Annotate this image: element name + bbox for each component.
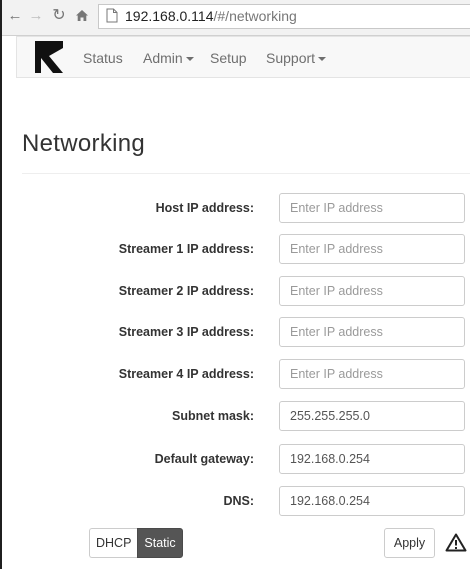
nav-setup-label: Setup xyxy=(210,50,247,66)
nav-setup[interactable]: Setup xyxy=(210,37,247,79)
home-icon[interactable] xyxy=(72,5,92,27)
nav-support-label: Support xyxy=(266,50,316,66)
streamer-1-ip-label: Streamer 1 IP address: xyxy=(118,242,254,256)
streamer-2-ip-label: Streamer 2 IP address: xyxy=(118,284,254,298)
subnet-mask-row: Subnet mask: xyxy=(2,401,470,431)
nav-status[interactable]: Status xyxy=(83,37,123,79)
streamer-1-ip-row: Streamer 1 IP address: xyxy=(2,234,470,264)
caret-down-icon xyxy=(185,57,194,62)
nav-status-label: Status xyxy=(83,50,123,66)
default-gateway-row: Default gateway: xyxy=(2,444,470,474)
nav-support-dropdown[interactable]: Support xyxy=(266,37,327,79)
dns-label: DNS: xyxy=(223,494,254,508)
caret-down-icon xyxy=(318,57,327,62)
reload-icon[interactable]: ↻ xyxy=(50,5,68,27)
streamer-4-ip-input[interactable] xyxy=(279,359,465,389)
url-text: 192.168.0.114/#/networking xyxy=(125,5,297,28)
back-arrow-icon[interactable]: ← xyxy=(6,5,24,27)
address-bar[interactable]: 192.168.0.114/#/networking xyxy=(98,4,470,29)
nav-admin-label: Admin xyxy=(143,50,183,66)
streamer-2-ip-input[interactable] xyxy=(279,276,465,306)
dns-row: DNS: xyxy=(2,486,470,516)
dhcp-toggle-button[interactable]: DHCP xyxy=(89,528,138,558)
forward-arrow-icon[interactable]: → xyxy=(27,5,45,27)
host-ip-row: Host IP address: xyxy=(2,193,470,223)
streamer-2-ip-row: Streamer 2 IP address: xyxy=(2,276,470,306)
nav-admin-dropdown[interactable]: Admin xyxy=(143,37,194,79)
ip-mode-toggle: DHCP Static xyxy=(89,528,183,558)
brand-logo[interactable] xyxy=(35,41,63,78)
streamer-3-ip-label: Streamer 3 IP address: xyxy=(118,325,254,339)
host-ip-input[interactable] xyxy=(279,193,465,223)
host-ip-label: Host IP address: xyxy=(155,201,254,215)
page-title: Networking xyxy=(22,130,146,157)
url-host: 192.168.0.114 xyxy=(125,8,214,24)
streamer-1-ip-input[interactable] xyxy=(279,234,465,264)
subnet-mask-label: Subnet mask: xyxy=(172,409,254,423)
streamer-3-ip-input[interactable] xyxy=(279,317,465,347)
page-icon xyxy=(106,8,118,28)
warning-icon xyxy=(445,533,467,557)
static-toggle-button[interactable]: Static xyxy=(137,528,183,558)
dns-input[interactable] xyxy=(279,486,465,516)
apply-button[interactable]: Apply xyxy=(384,528,435,558)
app-window: ← → ↻ 192.168.0.114/#/networking Status xyxy=(0,0,470,569)
browser-toolbar: ← → ↻ 192.168.0.114/#/networking xyxy=(2,0,470,36)
default-gateway-input[interactable] xyxy=(279,444,465,474)
url-path: /#/networking xyxy=(213,8,297,24)
streamer-4-ip-label: Streamer 4 IP address: xyxy=(118,367,254,381)
title-divider xyxy=(22,173,470,174)
main-navbar: Status Admin Setup Support xyxy=(16,36,470,78)
streamer-3-ip-row: Streamer 3 IP address: xyxy=(2,317,470,347)
subnet-mask-input[interactable] xyxy=(279,401,465,431)
default-gateway-label: Default gateway: xyxy=(154,452,254,466)
streamer-4-ip-row: Streamer 4 IP address: xyxy=(2,359,470,389)
